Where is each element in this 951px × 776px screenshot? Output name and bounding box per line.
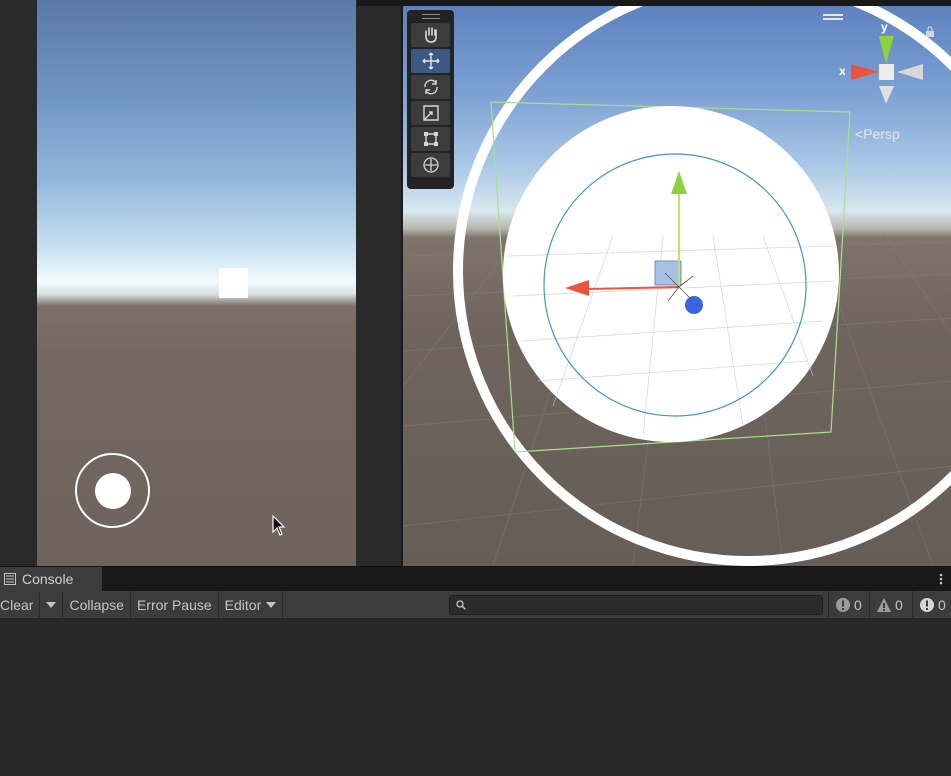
virtual-joystick[interactable] <box>75 453 150 528</box>
scene-canvas <box>403 6 951 566</box>
rotate-tool-button[interactable] <box>411 75 450 99</box>
game-view[interactable] <box>37 0 356 566</box>
warning-count-toggle[interactable]: 0 <box>869 591 903 619</box>
game-cube <box>219 268 248 298</box>
persp-text: Persp <box>863 126 900 142</box>
scene-menu-icon[interactable] <box>823 14 843 20</box>
mouse-cursor-icon <box>272 515 286 536</box>
clear-button[interactable]: Clear <box>0 590 41 619</box>
editor-dropdown-label: Editor <box>224 596 262 613</box>
rect-tool-button[interactable] <box>411 127 450 151</box>
hand-tool-button[interactable] <box>411 23 450 47</box>
info-icon <box>836 598 850 612</box>
rect-transform-icon <box>423 132 438 146</box>
collapse-button[interactable]: Collapse <box>63 590 131 619</box>
move-tool-button[interactable] <box>411 49 450 73</box>
tool-palette <box>407 10 454 189</box>
axis-y-label: y <box>881 20 888 34</box>
move-icon <box>422 52 439 70</box>
game-view-panel <box>0 0 400 566</box>
clear-options-dropdown[interactable] <box>40 590 64 619</box>
console-log-area[interactable] <box>0 619 951 776</box>
scene-view[interactable]: x y <Persp <box>401 6 951 566</box>
tab-console[interactable]: Console <box>0 567 102 591</box>
more-options-icon[interactable] <box>939 573 943 585</box>
rotate-icon <box>423 79 438 95</box>
scale-tool-button[interactable] <box>411 101 450 125</box>
error-count: 0 <box>938 597 946 613</box>
editor-dropdown[interactable]: Editor <box>219 590 284 619</box>
hand-icon <box>424 27 437 43</box>
axis-x-label: x <box>839 64 846 78</box>
transform-tool-button[interactable] <box>411 153 450 177</box>
chevron-down-icon <box>266 601 277 608</box>
lock-icon[interactable] <box>925 26 935 38</box>
search-icon <box>456 600 466 610</box>
console-panel: Console Clear Collapse Error Pause Edito… <box>0 566 951 776</box>
persp-arrow-icon: < <box>855 126 864 142</box>
console-tab-bar: Console <box>0 567 951 591</box>
console-list-icon <box>4 573 16 585</box>
palette-grip-icon[interactable] <box>421 14 440 19</box>
transform-icon <box>422 157 439 173</box>
log-count: 0 <box>854 597 862 613</box>
chevron-down-icon <box>46 601 57 608</box>
console-tab-label: Console <box>22 571 74 587</box>
warning-icon <box>877 598 891 612</box>
error-pause-button[interactable]: Error Pause <box>131 590 219 619</box>
error-icon <box>920 598 934 612</box>
console-search[interactable] <box>449 595 823 615</box>
log-count-toggle[interactable]: 0 <box>828 591 862 619</box>
console-toolbar: Clear Collapse Error Pause Editor 0 0 0 <box>0 590 951 619</box>
error-count-toggle[interactable]: 0 <box>912 591 946 619</box>
camera-mode-label[interactable]: <Persp <box>855 126 900 142</box>
scale-icon <box>422 105 439 121</box>
orientation-gizmo <box>851 36 923 104</box>
search-input[interactable] <box>472 597 816 613</box>
warning-count: 0 <box>895 597 903 613</box>
joystick-knob[interactable] <box>95 473 131 509</box>
